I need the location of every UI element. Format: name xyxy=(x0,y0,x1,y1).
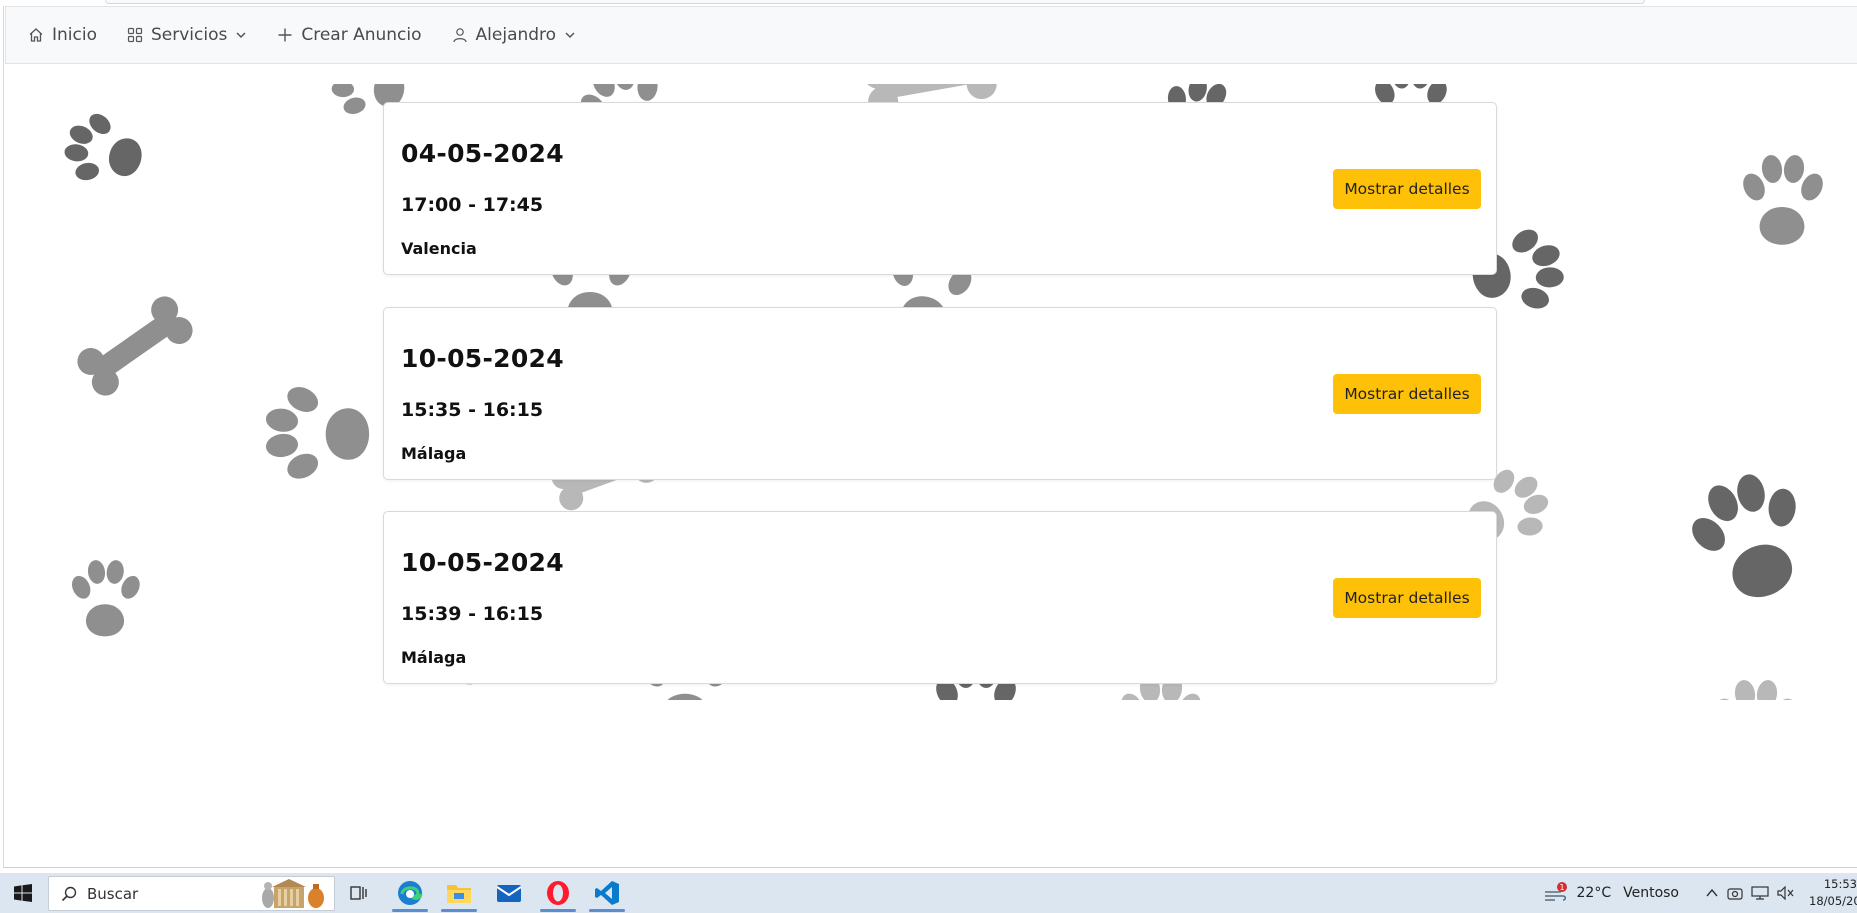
taskbar-vscode[interactable] xyxy=(585,873,629,913)
grid-icon xyxy=(127,27,143,43)
nav-crear-anuncio-label: Crear Anuncio xyxy=(301,25,422,45)
navbar: Inicio Servicios Crear Anuncio Alejandro xyxy=(5,6,1857,64)
appointment-city: Málaga xyxy=(401,648,467,667)
active-app-indicator xyxy=(589,909,625,912)
active-app-indicator xyxy=(392,909,428,912)
paw-icon xyxy=(1739,153,1827,245)
browser-top-edge xyxy=(105,0,1645,4)
show-details-button[interactable]: Mostrar detalles xyxy=(1333,169,1481,209)
edge-icon xyxy=(398,881,423,905)
clock-time: 15:53 xyxy=(1823,877,1857,891)
nav-inicio-label: Inicio xyxy=(52,25,97,45)
camera-icon[interactable] xyxy=(1727,886,1743,900)
user-icon xyxy=(452,28,467,43)
start-button[interactable] xyxy=(0,873,46,913)
paw-icon xyxy=(264,382,370,484)
nav-user-menu[interactable]: Alejandro xyxy=(452,7,577,63)
show-details-button[interactable]: Mostrar detalles xyxy=(1333,578,1481,618)
search-icon xyxy=(61,886,77,901)
file-explorer-icon xyxy=(447,885,471,903)
taskbar-opera[interactable] xyxy=(536,873,580,913)
weather-widget[interactable]: 1 22°C Ventoso xyxy=(1543,882,1679,904)
appointment-date: 04-05-2024 xyxy=(401,139,564,168)
task-view-icon xyxy=(350,886,367,900)
taskbar: Buscar 1 22°C Ventoso 15:53 18/05/20 xyxy=(0,873,1857,913)
weather-condition: Ventoso xyxy=(1623,885,1679,901)
paw-icon xyxy=(1712,678,1800,700)
task-view-button[interactable] xyxy=(337,873,381,913)
volume-muted-icon[interactable] xyxy=(1777,886,1795,900)
opera-icon xyxy=(547,881,569,905)
bone-icon xyxy=(72,291,198,401)
appointment-time: 15:35 - 16:15 xyxy=(401,399,544,421)
windows-logo-icon xyxy=(14,884,32,902)
home-icon xyxy=(29,28,43,42)
taskbar-clock[interactable]: 15:53 18/05/2024 xyxy=(1809,876,1857,910)
nav-inicio[interactable]: Inicio xyxy=(28,7,97,63)
appointment-city: Málaga xyxy=(401,444,467,463)
search-placeholder: Buscar xyxy=(87,884,139,903)
weather-wind-icon: 1 xyxy=(1544,882,1567,901)
active-app-indicator xyxy=(540,909,576,912)
appointment-time: 17:00 - 17:45 xyxy=(401,194,544,216)
taskbar-mail[interactable] xyxy=(487,873,531,913)
plus-icon xyxy=(278,28,292,42)
paw-icon xyxy=(1674,458,1828,615)
mail-icon xyxy=(496,885,522,902)
taskbar-edge[interactable] xyxy=(388,873,432,913)
appointment-card: 04-05-2024 17:00 - 17:45 Valencia Mostra… xyxy=(383,102,1497,275)
weather-alert-badge: 1 xyxy=(1559,883,1564,892)
appointment-time: 15:39 - 16:15 xyxy=(401,603,544,625)
appointment-date: 10-05-2024 xyxy=(401,548,564,577)
network-icon[interactable] xyxy=(1751,886,1769,900)
tray-icons xyxy=(1705,886,1795,900)
nav-servicios-label: Servicios xyxy=(150,25,228,45)
paw-icon xyxy=(56,104,151,197)
weather-temperature: 22°C xyxy=(1576,885,1612,901)
appointment-card: 10-05-2024 15:39 - 16:15 Málaga Mostrar … xyxy=(383,511,1497,684)
nav-crear-anuncio[interactable]: Crear Anuncio xyxy=(277,7,422,63)
taskbar-search-box[interactable]: Buscar xyxy=(48,876,335,911)
chevron-down-icon xyxy=(565,32,575,39)
vscode-icon xyxy=(595,881,619,905)
chevron-up-icon[interactable] xyxy=(1705,887,1719,899)
nav-servicios[interactable]: Servicios xyxy=(127,7,247,63)
search-highlight-illustration-icon xyxy=(262,879,324,908)
show-details-button[interactable]: Mostrar detalles xyxy=(1333,374,1481,414)
appointment-date: 10-05-2024 xyxy=(401,344,564,373)
window-bottom-border xyxy=(3,867,1857,868)
appointment-card: 10-05-2024 15:35 - 16:15 Málaga Mostrar … xyxy=(383,307,1497,480)
appointment-city: Valencia xyxy=(401,239,477,258)
taskbar-file-explorer[interactable] xyxy=(437,873,481,913)
active-app-indicator xyxy=(441,909,477,912)
chevron-down-icon xyxy=(236,32,246,39)
paw-icon xyxy=(68,559,144,637)
nav-user-label: Alejandro xyxy=(475,25,557,45)
system-tray: 1 22°C Ventoso 15:53 18/05/2024 xyxy=(1543,873,1857,913)
clock-date: 18/05/2024 xyxy=(1809,894,1857,908)
